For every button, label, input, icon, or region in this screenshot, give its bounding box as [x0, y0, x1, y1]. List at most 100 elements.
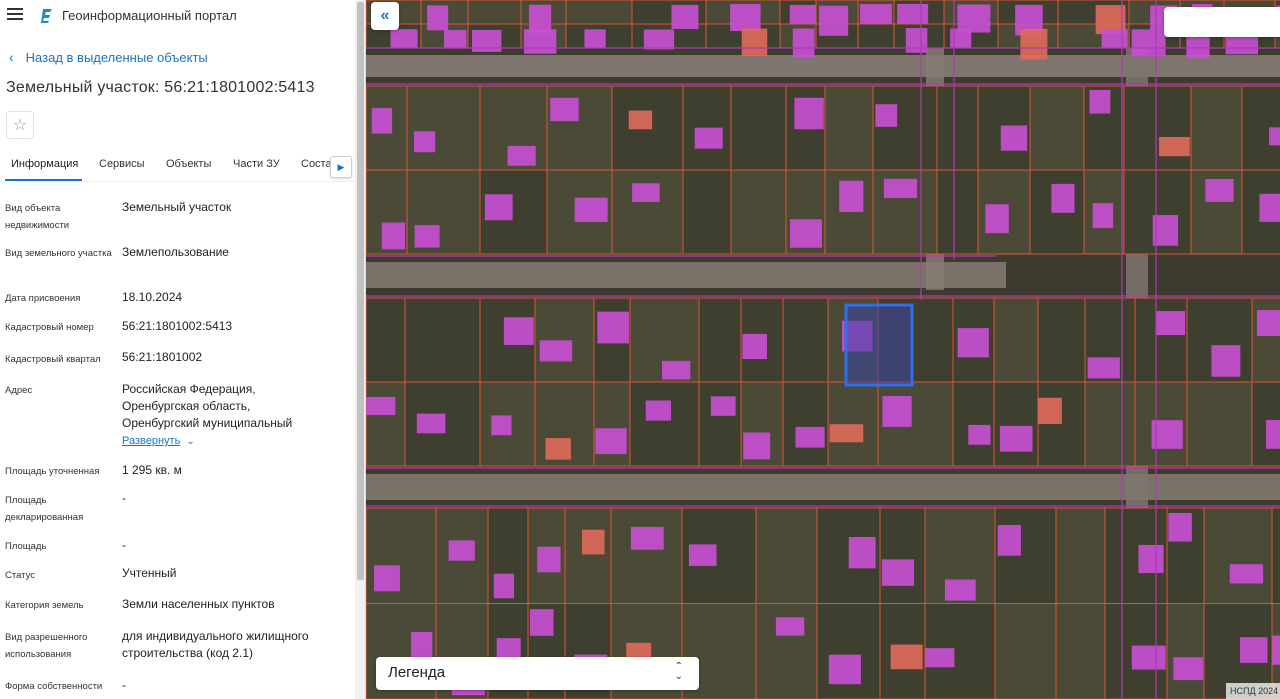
building [860, 4, 892, 25]
building [957, 328, 989, 358]
map-search-box[interactable] [1164, 7, 1280, 37]
portal-logo-icon [41, 9, 52, 23]
building [416, 413, 446, 434]
building [1020, 28, 1048, 60]
building [484, 194, 513, 221]
top-bar: Геоинформационный портал [0, 0, 365, 32]
building [381, 222, 405, 250]
chevron-down-icon: ⌄ [186, 436, 195, 447]
chevron-right-icon[interactable]: ▶ [330, 156, 352, 178]
parcel [565, 0, 633, 25]
parcel [366, 381, 406, 467]
satellite-map-canvas[interactable] [366, 0, 1280, 699]
building [584, 29, 606, 49]
building [688, 544, 717, 566]
parcel [682, 169, 732, 255]
building [1131, 29, 1166, 57]
building [1000, 125, 1028, 151]
building [448, 540, 475, 561]
prop-value: - [122, 491, 126, 505]
prop-label: Форма собственности [5, 681, 103, 692]
prop-label: Вид разрешенного использования [5, 632, 88, 660]
building [630, 526, 664, 550]
prop-label: Статус [5, 570, 36, 581]
prop-label: Площадь декларированная [5, 495, 84, 523]
parcel [1055, 603, 1106, 699]
parcel [1055, 507, 1106, 604]
building [574, 197, 608, 222]
building [491, 415, 512, 436]
parcel [1271, 507, 1280, 604]
building [371, 108, 393, 134]
prop-value: 1 295 кв. м [122, 463, 182, 477]
prop-label: Вид объекта недвижимости [5, 203, 70, 231]
parcel [1166, 603, 1205, 699]
building [1266, 420, 1280, 449]
chevron-left-icon: ‹ [9, 49, 14, 65]
object-title: Земельный участок: 56:21:1801002:5413 [6, 79, 315, 96]
prop-value: 56:21:1801002 [122, 350, 203, 364]
building [730, 4, 761, 32]
parcel [936, 85, 979, 171]
building [1240, 637, 1268, 663]
tab-objects[interactable]: Объекты [166, 158, 211, 170]
building [848, 536, 876, 569]
prop-value: Российская Федерация, Оренбургская облас… [122, 382, 293, 430]
building [997, 525, 1021, 556]
app-window: Геоинформационный портал ‹ Назад в выдел… [0, 0, 1280, 699]
parcel [952, 381, 995, 467]
parcel [610, 507, 683, 604]
selected-parcel[interactable] [844, 303, 914, 387]
building [390, 29, 418, 49]
building [1256, 310, 1280, 337]
building [795, 426, 825, 448]
building [645, 400, 672, 421]
parcel [564, 507, 612, 604]
star-icon[interactable]: ☆ [6, 111, 34, 139]
building [1101, 29, 1128, 49]
panel-scrollbar[interactable] [355, 0, 365, 699]
building [968, 424, 991, 445]
parcel [404, 297, 481, 383]
building [882, 396, 912, 427]
legend-dropdown[interactable]: Легенда ⌃ ⌄ [376, 657, 699, 690]
double-chevron-left-icon[interactable]: « [371, 2, 399, 30]
building [1138, 544, 1164, 574]
parcel [879, 507, 926, 604]
back-to-selected-link[interactable]: ‹ Назад в выделенные объекты [9, 49, 208, 65]
hamburger-icon[interactable] [7, 8, 23, 22]
parcel [629, 381, 700, 467]
parcel [936, 169, 979, 255]
tab-information[interactable]: Информация [11, 158, 78, 170]
building [1211, 345, 1241, 377]
map-view[interactable] [366, 0, 1280, 699]
building [957, 4, 991, 33]
building [950, 28, 972, 48]
building [828, 654, 861, 685]
tab-composition[interactable]: Соста [301, 158, 332, 170]
building [1259, 193, 1280, 222]
building [529, 4, 552, 34]
tab-services[interactable]: Сервисы [99, 158, 145, 170]
tab-parcel-parts[interactable]: Части ЗУ [233, 158, 280, 170]
scrollbar-thumb[interactable] [357, 2, 364, 580]
parcel [1134, 297, 1188, 383]
prop-value: 56:21:1801002:5413 [122, 319, 233, 333]
building [839, 180, 864, 212]
parcel [1029, 85, 1085, 171]
building [413, 131, 436, 153]
parcel [730, 169, 787, 255]
parcel [872, 85, 938, 171]
building [1205, 179, 1234, 202]
parcel [698, 297, 742, 383]
building [794, 97, 824, 130]
portal-title: Геоинформационный портал [62, 8, 237, 23]
expand-address-link[interactable]: Развернуть ⌄ [122, 435, 195, 447]
building [775, 617, 805, 636]
building [789, 4, 816, 25]
parcel [406, 85, 481, 171]
building [539, 340, 573, 362]
parcel [755, 507, 818, 604]
parcel [782, 297, 829, 383]
building [1092, 203, 1114, 229]
